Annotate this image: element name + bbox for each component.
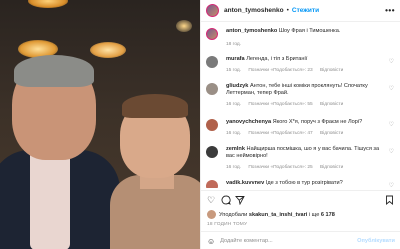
author-avatar[interactable] xyxy=(206,4,219,17)
comment-text: gliudzyk Антон, тебе інші коміки проклян… xyxy=(226,83,388,97)
heart-icon[interactable]: ♡ xyxy=(389,148,394,155)
comment-username[interactable]: zemlnk xyxy=(226,146,245,152)
add-comment-bar: ☺ Опублікувати xyxy=(201,231,400,249)
reply-button[interactable]: Відповісти xyxy=(320,68,343,73)
post-date: 18 ГОДИН ТОМУ xyxy=(207,222,248,227)
comment-body: Антон, тебе інші коміки проклянуть! Споч… xyxy=(226,83,368,96)
comment-avatar[interactable] xyxy=(206,56,218,68)
comment-username[interactable]: gliudzyk xyxy=(226,83,248,89)
comment-likes[interactable]: Позначки «Подобається»: 55 xyxy=(248,102,312,107)
comment-meta: 16 год. Позначки «Подобається»: 47 Відпо… xyxy=(226,131,349,136)
caption-text: anton_tymoshenko Шоу Фрая і Тимошенка. xyxy=(226,28,388,35)
reply-button[interactable]: Відповісти xyxy=(320,131,343,136)
comment-meta: 16 год. Позначки «Подобається»: 25 Відпо… xyxy=(226,165,349,170)
post-panel: anton_tymoshenko • Стежити ••• anton_tym… xyxy=(200,0,400,249)
likes-middle: і ще xyxy=(308,211,320,218)
comment-item: gliudzyk Антон, тебе інші коміки проклян… xyxy=(206,83,398,113)
comment-body: Іде з тобою в тур розігрівати? xyxy=(265,180,343,186)
post-comment-button[interactable]: Опублікувати xyxy=(357,238,395,244)
comment-likes[interactable]: Позначки «Подобається»: 25 xyxy=(248,165,312,170)
comment-body: Найщирша посмішка, шо я у вас бачила. Ті… xyxy=(226,146,380,159)
comment-meta: 16 год. Позначки «Подобається»: 55 Відпо… xyxy=(226,102,349,107)
post-photo[interactable] xyxy=(0,0,200,249)
post-footer: ♡ Уподобали skakun_ta_inshi_tvari і ще 6… xyxy=(201,190,400,249)
likes-summary[interactable]: Уподобали skakun_ta_inshi_tvari і ще 6 1… xyxy=(207,210,397,219)
comments-list[interactable]: anton_tymoshenko Шоу Фрая і Тимошенка. 1… xyxy=(201,22,400,188)
more-options-icon[interactable]: ••• xyxy=(385,6,395,15)
comment-text: vadik.kuvvnev Іде з тобою в тур розігрів… xyxy=(226,180,388,187)
caption: anton_tymoshenko Шоу Фрая і Тимошенка. 1… xyxy=(206,28,398,50)
heart-icon[interactable]: ♡ xyxy=(389,182,394,188)
liker-username[interactable]: skakun_ta_inshi_tvari xyxy=(249,212,307,218)
comment-body: Якого Х*я, поруч з Фраєм не Лорі? xyxy=(272,119,363,125)
comment-text: yanovychchenya Якого Х*я, поруч з Фраєм … xyxy=(226,119,388,126)
heart-icon[interactable]: ♡ xyxy=(389,121,394,128)
comment-item: yanovychchenya Якого Х*я, поруч з Фраєм … xyxy=(206,119,398,143)
heart-icon[interactable]: ♡ xyxy=(389,85,394,92)
caption-avatar[interactable] xyxy=(206,28,218,40)
bookmark-icon[interactable] xyxy=(385,195,394,207)
comment-input[interactable] xyxy=(220,238,361,244)
comment-item: zemlnk Найщирша посмішка, шо я у вас бач… xyxy=(206,146,398,176)
comment-time: 16 год. xyxy=(226,102,242,107)
liker-avatar xyxy=(207,210,216,219)
caption-time: 18 год. xyxy=(226,42,242,47)
author-username[interactable]: anton_tymoshenko xyxy=(224,7,284,14)
person-right-hair xyxy=(122,94,188,118)
share-icon[interactable] xyxy=(235,195,245,207)
separator-dot: • xyxy=(286,7,289,14)
heart-icon[interactable]: ♡ xyxy=(207,195,215,205)
person-left-hair xyxy=(14,55,94,87)
caption-body: Шоу Фрая і Тимошенка. xyxy=(278,28,341,34)
comment-text: zemlnk Найщирша посмішка, шо я у вас бач… xyxy=(226,146,388,160)
heart-icon[interactable]: ♡ xyxy=(389,58,394,65)
likes-prefix: Уподобали xyxy=(219,211,248,218)
comment-avatar[interactable] xyxy=(206,83,218,95)
comment-username[interactable]: vadik.kuvvnev xyxy=(226,180,264,186)
comment-text: murafa Легенда, і тіп з Британії xyxy=(226,56,388,63)
caption-username[interactable]: anton_tymoshenko xyxy=(226,28,277,34)
comment-item: murafa Легенда, і тіп з Британії 15 год.… xyxy=(206,56,398,80)
comment-meta: 15 год. Позначки «Подобається»: 23 Відпо… xyxy=(226,68,349,73)
comment-icon[interactable] xyxy=(221,195,231,207)
comment-username[interactable]: murafa xyxy=(226,56,245,62)
action-bar: ♡ xyxy=(207,195,395,207)
comment-avatar[interactable] xyxy=(206,119,218,131)
comment-username[interactable]: yanovychchenya xyxy=(226,119,271,125)
reply-button[interactable]: Відповісти xyxy=(320,102,343,107)
emoji-icon[interactable]: ☺ xyxy=(207,237,215,246)
comment-avatar[interactable] xyxy=(206,180,218,188)
person-left-shirt xyxy=(30,150,70,249)
follow-button[interactable]: Стежити xyxy=(292,7,319,14)
comment-time: 16 год. xyxy=(226,165,242,170)
likes-count[interactable]: 6 178 xyxy=(321,212,335,218)
comment-likes[interactable]: Позначки «Подобається»: 47 xyxy=(248,131,312,136)
reply-button[interactable]: Відповісти xyxy=(320,165,343,170)
ceiling-lamp xyxy=(90,42,126,58)
post-header: anton_tymoshenko • Стежити ••• xyxy=(201,0,400,22)
comment-time: 15 год. xyxy=(226,68,242,73)
comment-body: Легенда, і тіп з Британії xyxy=(246,56,308,62)
ceiling-lamp xyxy=(28,0,68,8)
comment-likes[interactable]: Позначки «Подобається»: 23 xyxy=(248,68,312,73)
ceiling-lamp xyxy=(176,20,192,32)
comment-item: vadik.kuvvnev Іде з тобою в тур розігрів… xyxy=(206,180,398,188)
comment-avatar[interactable] xyxy=(206,146,218,158)
comment-time: 16 год. xyxy=(226,131,242,136)
